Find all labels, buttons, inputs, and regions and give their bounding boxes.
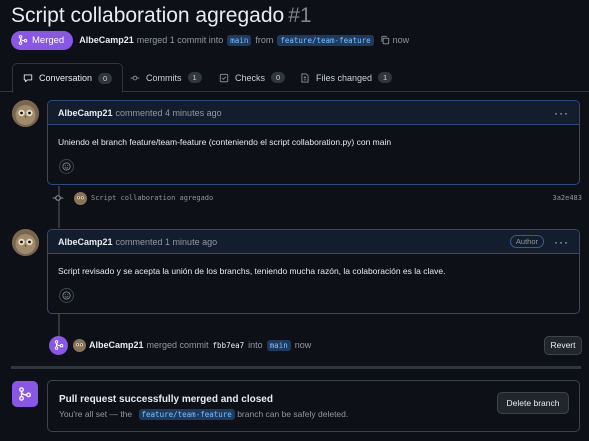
deletable-branch-chip[interactable]: feature/team-feature [138,409,235,420]
tab-conversation[interactable]: Conversation 0 [12,63,124,93]
tab-label: Conversation [39,73,93,83]
owl-avatar-image [74,191,87,205]
tab-count: 1 [187,72,202,83]
comment-timestamp[interactable]: commented 1 minute ago [116,237,218,247]
checklist-icon [219,73,229,82]
owl-avatar-image [12,229,39,256]
merge-icon [54,340,63,350]
comment-author-link[interactable]: AlbeCamp21 [58,237,113,247]
comment-timestamp[interactable]: commented 4 minutes ago [116,108,222,118]
merge-user-link[interactable]: AlbeCamp21 [89,340,144,350]
tab-label: Checks [235,72,266,83]
merged-box-text-after: branch can be safely deleted. [237,409,349,419]
pr-summary-text: merged 1 commit into [136,35,224,45]
merged-box-text-before: You're all set — the [59,409,133,419]
revert-button[interactable]: Revert [544,335,582,355]
tab-count: 0 [98,72,113,84]
more-options-icon[interactable]: ··· [554,235,569,249]
merge-event-badge [49,335,68,355]
commit-icon [52,195,64,201]
merge-branch-chip[interactable]: main [266,339,291,351]
comment-card: AlbeCamp21 commented 1 minute ago Author… [47,229,580,314]
owl-avatar-image [73,338,86,352]
avatar[interactable] [73,338,86,352]
add-reaction-button[interactable] [59,159,74,174]
from-text: from [255,35,274,45]
pr-author-link[interactable]: AlbeCamp21 [79,35,134,45]
tab-count: 1 [378,72,393,83]
merge-commit-sha-link[interactable]: fbb7ea7 [213,341,245,350]
tab-label: Commits [146,72,182,83]
pr-number: #1 [288,4,312,27]
pr-time: now [392,35,410,45]
delete-branch-button[interactable]: Delete branch [497,392,569,414]
timeline-line [58,314,60,336]
merged-status-box: Pull request successfully merged and clo… [47,380,580,432]
add-reaction-button[interactable] [59,288,74,303]
pr-meta: Merged AlbeCamp21 merged 1 commit into m… [11,30,409,50]
merged-box-badge [12,381,38,407]
tab-checks[interactable]: Checks 0 [219,63,286,92]
base-branch-chip[interactable]: main [227,34,252,46]
tab-commits[interactable]: Commits 1 [130,63,202,92]
copy-icon[interactable] [380,35,390,45]
file-diff-icon [301,73,309,82]
merge-icon [18,35,28,45]
avatar[interactable] [74,191,87,205]
merged-status-label: Merged [32,34,65,46]
comment-author-link[interactable]: AlbeCamp21 [58,108,113,118]
merge-time: now [294,340,312,350]
merge-event-row: AlbeCamp21 merged commit fbb7ea7 into ma… [49,334,582,356]
comment-header: AlbeCamp21 commented 4 minutes ago ··· [48,101,579,125]
commit-sha-link[interactable]: 3a2e483 [552,194,582,202]
smiley-icon [62,162,71,171]
merge-into-text: into [248,340,263,350]
comment-body: Script revisado y se acepta la unión de … [58,266,446,276]
commit-message-link[interactable]: Script collaboration agregado [91,194,213,202]
comment-icon [23,74,33,83]
tab-count: 0 [271,72,286,83]
pr-title: Script collaboration agregado #1 [11,3,312,29]
tab-label: Files changed [316,72,373,83]
owl-avatar-image [12,100,39,127]
merged-status-badge: Merged [11,30,74,50]
merged-box-description: You're all set — the feature/team-featur… [59,409,349,420]
pr-tabs: Conversation 0 Commits 1 Checks 0 Files … [0,63,589,93]
merge-icon [19,387,31,401]
avatar[interactable] [12,100,39,127]
smiley-icon [62,291,71,300]
timeline-divider [11,366,581,369]
merge-text: merged commit [146,340,209,350]
comment-card: AlbeCamp21 commented 4 minutes ago ··· U… [47,100,580,185]
commit-row: Script collaboration agregado 3a2e483 [52,190,582,206]
tab-files-changed[interactable]: Files changed 1 [300,63,393,92]
merged-box-title: Pull request successfully merged and clo… [59,394,273,405]
more-options-icon[interactable]: ··· [554,106,569,120]
author-role-badge: Author [509,235,544,248]
pr-title-text: Script collaboration agregado [11,4,285,27]
commit-icon [130,75,140,80]
comment-body: Uniendo el branch feature/team-feature (… [58,137,392,147]
comment-header: AlbeCamp21 commented 1 minute ago Author… [48,230,579,254]
head-branch-chip[interactable]: feature/team-feature [277,34,374,46]
avatar[interactable] [12,229,39,256]
